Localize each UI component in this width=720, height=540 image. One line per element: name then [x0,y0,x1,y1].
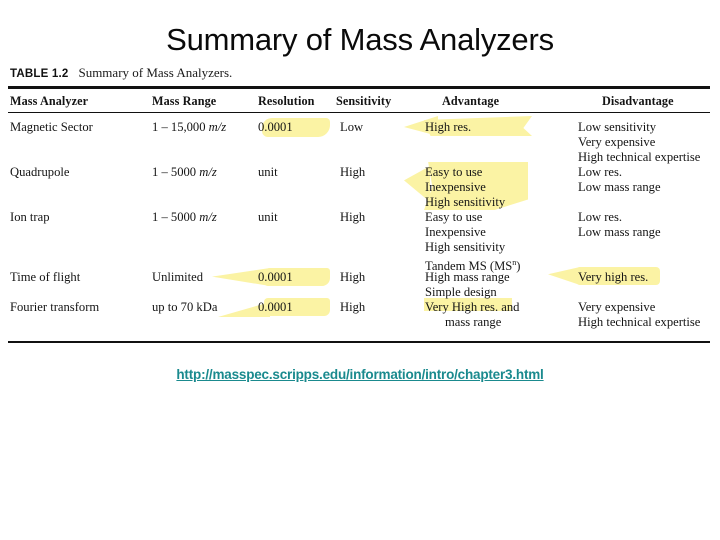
cell-analyzer: Quadrupole [10,165,70,179]
cell-advantage: Easy to use Inexpensive High sensitivity [425,165,506,209]
column-header-disadvantage: Disadvantage [602,94,674,108]
table-header-rule [8,112,710,113]
source-link[interactable]: http://masspec.scripps.edu/information/i… [0,367,720,382]
table-bottom-rule [8,341,710,343]
cell-resolution: 0.0001 [258,300,293,314]
table-top-rule [8,86,710,89]
cell-analyzer: Ion trap [10,210,50,224]
cell-mass-range-unit: m/z [208,120,227,134]
cell-mass-range-unit: m/z [199,165,217,179]
cell-advantage: Easy to use Inexpensive High sensitivity… [425,210,575,274]
page-title: Summary of Mass Analyzers [166,22,554,57]
cell-mass-range-unit: m/z [199,210,217,224]
cell-mass-range: 1 – 15,000 m/z [152,120,257,135]
cell-resolution: unit [258,210,278,224]
cell-mass-range-value: up to 70 kDa [152,300,218,314]
column-header-mass-range: Mass Range [152,94,217,108]
cell-analyzer: Fourier transform [10,300,100,314]
column-header-resolution: Resolution [258,94,315,108]
cell-mass-range: 1 – 5000 m/z [152,210,257,225]
cell-sensitivity: High [340,300,366,314]
cell-mass-range-value: 1 – 5000 [152,165,200,179]
cell-sensitivity: High [340,165,366,179]
cell-mass-range-value: Unlimited [152,270,204,284]
cell-advantage: High res. [425,120,472,134]
cell-mass-range-value: 1 – 5000 [152,210,200,224]
cell-resolution: 0.0001 [258,270,293,284]
cell-advantage-line2: mass range [445,315,502,329]
cell-sensitivity: Low [340,120,364,134]
cell-advantage-text: Easy to use Inexpensive High sensitivity… [425,210,513,274]
cell-disadvantage: Low res. Low mass range [578,210,661,239]
cell-analyzer: Time of flight [10,270,81,284]
table-figure: TABLE 1.2 Summary of Mass Analyzers. Mass… [0,58,720,348]
cell-disadvantage: Low sensitivity Very expensive High tech… [578,120,701,164]
cell-mass-range: up to 70 kDa [152,300,257,315]
table-header-row: Mass Analyzer Mass Range Resolution Sens… [0,94,720,110]
table-caption-label: TABLE 1.2 [10,68,69,80]
cell-advantage-line1: Very High res. and [425,300,520,314]
column-header-advantage: Advantage [442,94,500,108]
column-header-mass-analyzer: Mass Analyzer [10,94,89,108]
cell-mass-range-value: 1 – 15,000 [152,120,209,134]
cell-resolution: unit [258,165,278,179]
table-caption-text: Summary of Mass Analyzers. [78,65,233,80]
cell-disadvantage: Low res. Low mass range [578,165,661,194]
cell-disadvantage: Very high res. [578,270,649,284]
cell-mass-range: Unlimited [152,270,257,285]
cell-resolution: 0.0001 [258,120,293,134]
cell-sensitivity: High [340,270,366,284]
cell-analyzer: Magnetic Sector [10,120,93,134]
cell-advantage: Very High res. and mass range [425,300,575,330]
table-caption: TABLE 1.2 Summary of Mass Analyzers. [10,64,232,82]
column-header-sensitivity: Sensitivity [336,94,392,108]
cell-sensitivity: High [340,210,366,224]
cell-disadvantage: Very expensive High technical expertise [578,300,701,329]
cell-mass-range: 1 – 5000 m/z [152,165,257,180]
cell-advantage: High mass range Simple design [425,270,510,299]
